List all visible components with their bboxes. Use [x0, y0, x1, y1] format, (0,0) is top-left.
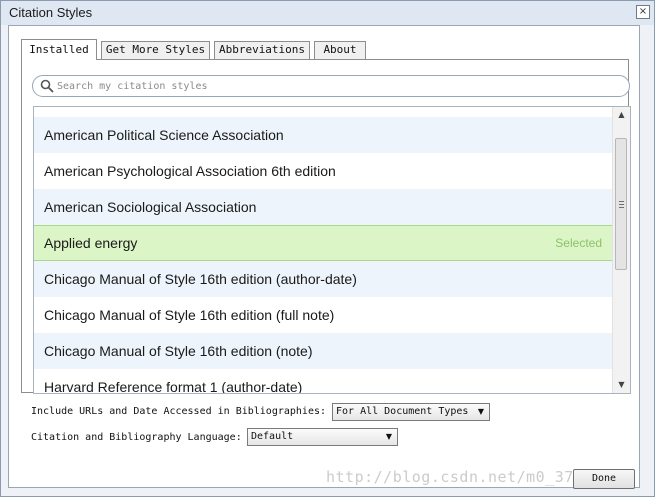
vertical-scrollbar[interactable]: ▲ ▼ [612, 107, 630, 393]
close-button[interactable]: × [636, 5, 650, 19]
language-label: Citation and Bibliography Language: [31, 432, 242, 443]
tab-get-more-styles[interactable]: Get More Styles [101, 41, 210, 59]
grip-line [619, 201, 624, 202]
tab-about[interactable]: About [314, 41, 366, 59]
style-row[interactable]: Chicago Manual of Style 16th edition (fu… [34, 297, 612, 333]
done-button[interactable]: Done [573, 469, 635, 489]
style-row[interactable]: American Sociological Association [34, 189, 612, 225]
style-row[interactable]: Harvard Reference format 1 (author-date) [34, 369, 612, 393]
include-urls-dropdown[interactable]: For All Document Types ▼ [332, 403, 490, 421]
grip-line [619, 204, 624, 205]
scroll-down-arrow-icon[interactable]: ▼ [613, 377, 630, 393]
style-name: Chicago Manual of Style 16th edition (au… [44, 271, 357, 287]
style-row[interactable]: American Political Science Association [34, 117, 612, 153]
style-name: American Sociological Association [44, 199, 257, 215]
title-bar[interactable]: Citation Styles × [1, 1, 654, 25]
search-icon [40, 79, 54, 93]
search-box[interactable] [32, 75, 630, 97]
include-urls-label: Include URLs and Date Accessed in Biblio… [31, 406, 327, 417]
style-name: Chicago Manual of Style 16th edition (no… [44, 343, 313, 359]
style-row[interactable]: Chicago Manual of Style 16th edition (no… [34, 333, 612, 369]
style-name: American Political Science Association [44, 127, 284, 143]
tab-installed[interactable]: Installed [21, 39, 97, 60]
scroll-up-arrow-icon[interactable]: ▲ [613, 107, 630, 123]
style-name: Chicago Manual of Style 16th edition (fu… [44, 307, 335, 323]
selected-badge: Selected [555, 236, 602, 250]
search-input[interactable] [57, 78, 617, 94]
installed-panel: American Political Science Association A… [21, 59, 631, 394]
chevron-down-icon: ▼ [477, 407, 484, 416]
style-name: Applied energy [44, 235, 138, 251]
style-name: Harvard Reference format 1 (author-date) [44, 379, 303, 393]
styles-list: American Political Science Association A… [33, 106, 631, 394]
language-dropdown[interactable]: Default ▼ [247, 428, 398, 446]
language-value: Default [251, 431, 294, 442]
style-name: American Psychological Association 6th e… [44, 163, 336, 179]
dialog-body: Installed Get More Styles Abbreviations … [8, 25, 640, 488]
style-row[interactable]: Chicago Manual of Style 16th edition (au… [34, 261, 612, 297]
grip-line [619, 207, 624, 208]
styles-rows: American Political Science Association A… [34, 107, 612, 393]
citation-styles-window: Citation Styles × Installed Get More Sty… [0, 0, 655, 497]
chevron-down-icon: ▼ [385, 432, 392, 441]
style-row-selected[interactable]: Applied energy Selected [34, 225, 612, 261]
tab-abbreviations[interactable]: Abbreviations [214, 41, 310, 59]
window-title: Citation Styles [9, 5, 93, 20]
style-row[interactable]: American Psychological Association 6th e… [34, 153, 612, 189]
scroll-thumb[interactable] [615, 138, 627, 270]
include-urls-value: For All Document Types [336, 406, 469, 417]
